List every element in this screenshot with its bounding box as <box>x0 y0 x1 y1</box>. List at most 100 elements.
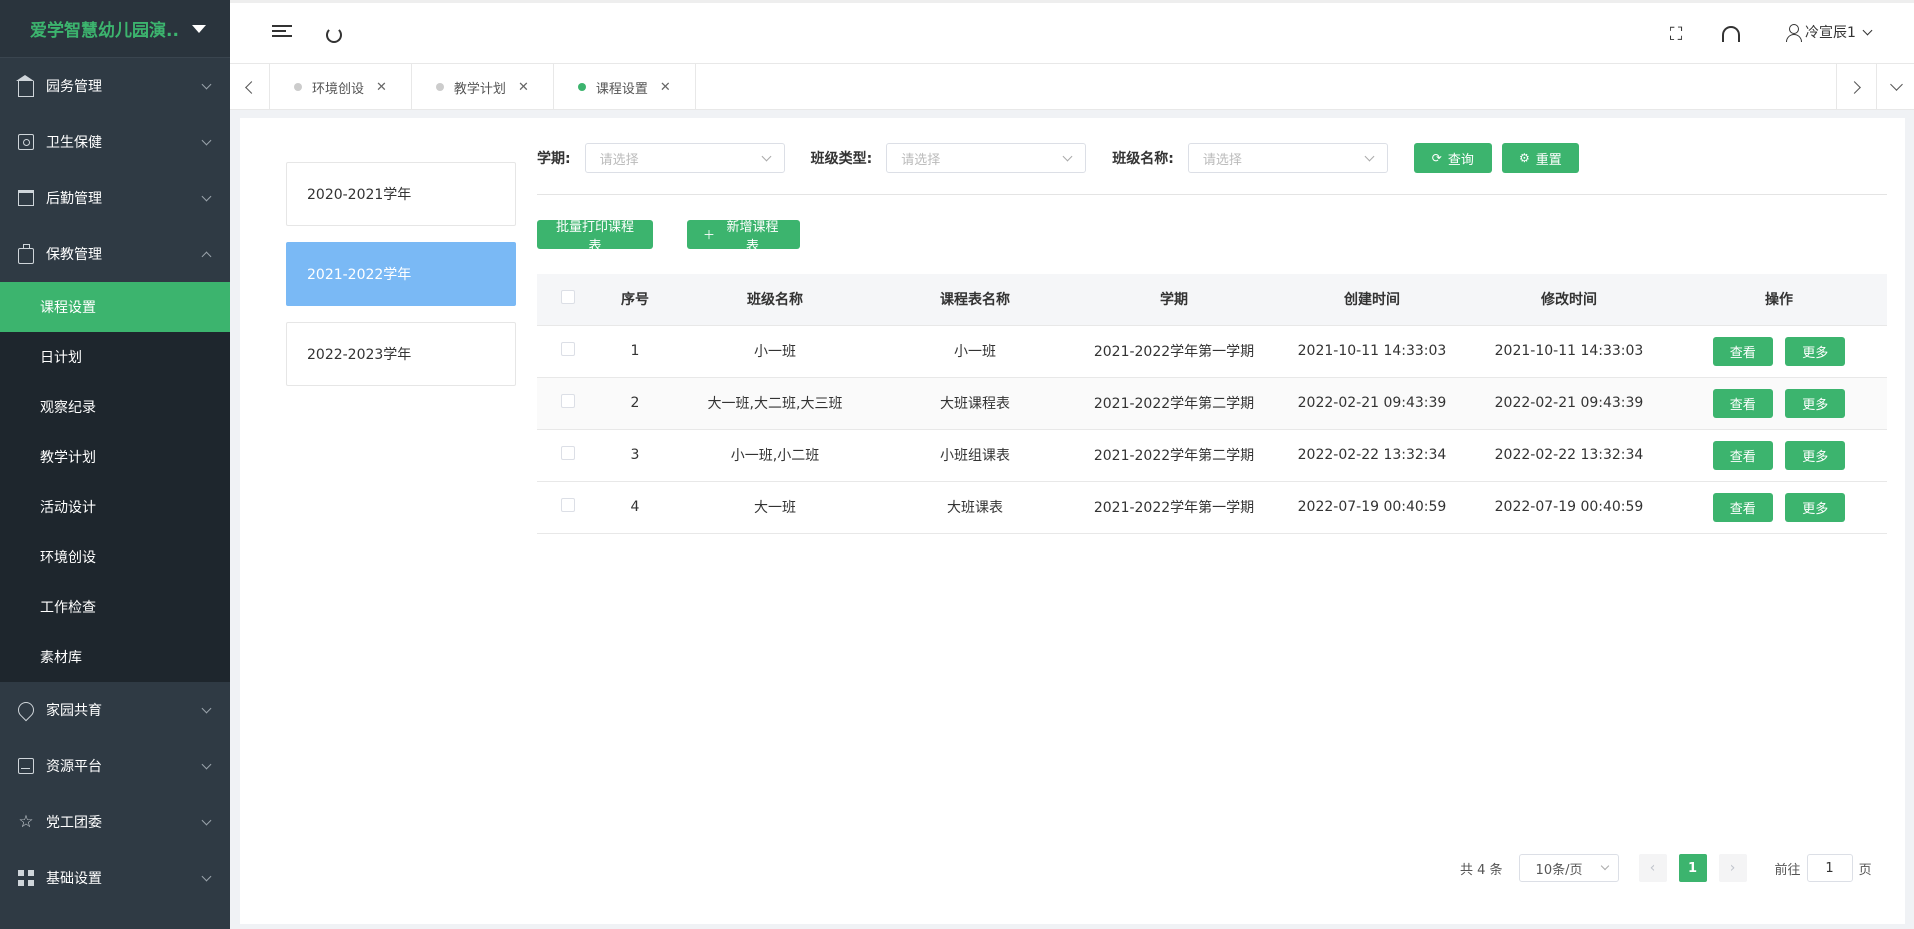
headset-icon[interactable] <box>1722 26 1740 42</box>
term-select[interactable]: 请选择 <box>584 143 785 173</box>
cell-created: 2022-07-19 00:40:59 <box>1277 481 1467 534</box>
query-button[interactable]: ⟳ 查询 <box>1413 143 1492 173</box>
cell-schedule: 小一班 <box>879 325 1071 378</box>
total-count: 共 4 条 <box>1460 862 1503 878</box>
pagination: 共 4 条 10条/页 ‹ 1 › 前往 页 <box>1460 854 1872 882</box>
brand-title: 爱学智慧幼儿园演... <box>30 21 180 41</box>
submenu-item-materials[interactable]: 素材库 <box>0 632 230 682</box>
cell-modified: 2021-10-11 14:33:03 <box>1467 325 1671 378</box>
close-icon[interactable]: ✕ <box>376 80 387 95</box>
menu-label: 家园共育 <box>46 703 102 719</box>
user-menu[interactable]: 冷宣辰1 <box>1785 22 1873 42</box>
class-name-select[interactable]: 请选择 <box>1187 143 1388 173</box>
more-button[interactable]: 更多 <box>1785 440 1846 470</box>
next-page-button[interactable]: › <box>1718 854 1747 882</box>
menu-label: 后勤管理 <box>46 191 102 207</box>
goto-page-input[interactable] <box>1806 854 1853 882</box>
submenu-item-activity-design[interactable]: 活动设计 <box>0 482 230 532</box>
menu-item-campus[interactable]: 园务管理 <box>0 58 230 114</box>
year-item[interactable]: 2022-2023学年 <box>286 322 516 386</box>
tab-dot <box>435 83 444 91</box>
tab-course-settings[interactable]: 课程设置 ✕ <box>554 64 696 110</box>
table-row: 4 大一班 大班课表 2021-2022学年第一学期 2022-07-19 00… <box>537 481 1887 534</box>
menu-item-education[interactable]: 保教管理 <box>0 226 230 282</box>
row-checkbox-cell <box>537 377 599 430</box>
fullscreen-icon[interactable]: ⛶ <box>1666 25 1686 45</box>
class-name-label: 班级名称: <box>1112 151 1174 167</box>
chevron-down-icon <box>201 191 212 201</box>
menu-fold-icon[interactable] <box>272 25 292 45</box>
more-button[interactable]: 更多 <box>1785 336 1846 366</box>
chevron-down-icon <box>201 135 212 145</box>
tab-dot <box>294 83 302 91</box>
view-button[interactable]: 查看 <box>1712 440 1773 470</box>
refresh-icon: ⟳ <box>1431 151 1442 165</box>
submenu-item-teaching-plan[interactable]: 教学计划 <box>0 432 230 482</box>
reset-button-label: 重置 <box>1535 151 1562 167</box>
row-checkbox[interactable] <box>561 342 575 356</box>
more-button[interactable]: 更多 <box>1785 492 1846 522</box>
tabs-more-dropdown[interactable] <box>1876 64 1914 110</box>
briefcase-icon <box>18 244 34 264</box>
menu-label: 资源平台 <box>46 759 102 775</box>
cell-term: 2021-2022学年第一学期 <box>1071 325 1277 378</box>
view-button[interactable]: 查看 <box>1712 492 1773 522</box>
class-type-select[interactable]: 请选择 <box>886 143 1087 173</box>
year-item[interactable]: 2020-2021学年 <box>286 162 516 226</box>
cell-no: 4 <box>599 481 671 534</box>
menu-item-resources[interactable]: 资源平台 <box>0 738 230 794</box>
tabs: 环境创设 ✕ 教学计划 ✕ 课程设置 ✕ <box>270 64 696 110</box>
close-icon[interactable]: ✕ <box>660 80 671 95</box>
menu-item-health[interactable]: 卫生保健 <box>0 114 230 170</box>
chevron-down-icon <box>1062 151 1073 161</box>
current-page[interactable]: 1 <box>1678 854 1707 882</box>
column-header: 创建时间 <box>1277 274 1467 326</box>
year-item-selected[interactable]: 2021-2022学年 <box>286 242 516 306</box>
submenu-item-observation[interactable]: 观察纪录 <box>0 382 230 432</box>
row-checkbox[interactable] <box>561 446 575 460</box>
location-icon <box>14 698 38 722</box>
submenu-item-course-settings[interactable]: 课程设置 <box>0 282 230 332</box>
tab-teaching-plan[interactable]: 教学计划 ✕ <box>412 64 554 110</box>
tabs-scroll-right[interactable] <box>1836 64 1876 110</box>
chevron-left-icon <box>245 80 258 94</box>
menu-label: 党工团委 <box>46 815 102 831</box>
cell-term: 2021-2022学年第二学期 <box>1071 377 1277 430</box>
class-type-label: 班级类型: <box>810 151 873 167</box>
view-button[interactable]: 查看 <box>1712 388 1773 418</box>
chevron-down-icon <box>201 759 212 769</box>
header-checkbox-cell <box>537 274 599 326</box>
goto-page: 前往 页 <box>1775 854 1872 882</box>
tabs-scroll-left[interactable] <box>230 64 270 110</box>
submenu-item-inspection[interactable]: 工作检查 <box>0 582 230 632</box>
submenu-item-daily-plan[interactable]: 日计划 <box>0 332 230 382</box>
add-schedule-button[interactable]: ＋ 新增课程表 <box>687 219 800 253</box>
menu-item-logistics[interactable]: 后勤管理 <box>0 170 230 226</box>
cell-created: 2022-02-22 13:32:34 <box>1277 429 1467 482</box>
row-checkbox-cell <box>537 429 599 482</box>
close-icon[interactable]: ✕ <box>518 80 529 95</box>
chevron-right-icon <box>1848 80 1861 94</box>
page-size-select[interactable]: 10条/页 <box>1518 854 1619 882</box>
cell-no: 3 <box>599 429 671 482</box>
tab-environment[interactable]: 环境创设 ✕ <box>270 64 412 110</box>
view-button[interactable]: 查看 <box>1712 336 1773 366</box>
brand-switcher[interactable]: 爱学智慧幼儿园演... <box>0 0 230 58</box>
column-header: 修改时间 <box>1467 274 1671 326</box>
menu-item-party[interactable]: ☆ 党工团委 <box>0 794 230 850</box>
menu-item-home-school[interactable]: 家园共育 <box>0 682 230 738</box>
query-button-label: 查询 <box>1447 151 1474 167</box>
tabs-bar: 环境创设 ✕ 教学计划 ✕ 课程设置 ✕ <box>230 64 1914 110</box>
menu-item-basic-settings[interactable]: 基础设置 <box>0 850 230 906</box>
select-all-checkbox[interactable] <box>561 290 575 305</box>
submenu-item-environment[interactable]: 环境创设 <box>0 532 230 582</box>
reset-button[interactable]: ⚙ 重置 <box>1501 143 1579 173</box>
row-checkbox[interactable] <box>561 394 575 408</box>
prev-page-button[interactable]: ‹ <box>1638 854 1667 882</box>
more-button[interactable]: 更多 <box>1785 388 1846 418</box>
grid-icon <box>18 870 34 886</box>
row-checkbox[interactable] <box>561 498 575 512</box>
batch-print-button[interactable]: 批量打印课程表 <box>537 219 653 253</box>
refresh-icon[interactable] <box>326 27 342 43</box>
user-name: 冷宣辰1 <box>1805 25 1856 41</box>
